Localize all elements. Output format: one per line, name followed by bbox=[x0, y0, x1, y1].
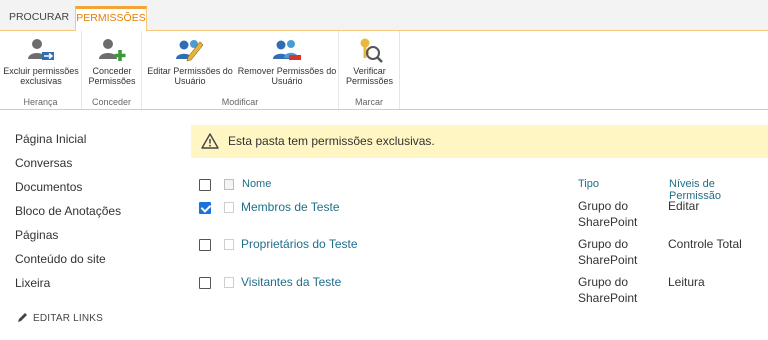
left-navigation: Página Inicial Conversas Documentos Bloc… bbox=[15, 129, 175, 297]
ribbon-group-conceder: Conceder Permissões Conceder bbox=[82, 31, 142, 109]
nav-item-documentos[interactable]: Documentos bbox=[15, 177, 175, 201]
item-icon bbox=[224, 277, 234, 288]
group-name-link[interactable]: Visitantes da Teste bbox=[241, 275, 341, 289]
table-row[interactable]: Visitantes da Teste Grupo do SharePoint … bbox=[191, 274, 768, 312]
nav-item-paginas[interactable]: Páginas bbox=[15, 225, 175, 249]
grant-permissions-button[interactable]: Conceder Permissões bbox=[84, 37, 140, 86]
group-name-link[interactable]: Membros de Teste bbox=[241, 200, 340, 214]
group-label-modificar: Modificar bbox=[221, 97, 259, 107]
ribbon-group-modificar: Editar Permissões do Usuário Remover Per… bbox=[142, 31, 339, 109]
delete-unique-permissions-label: Excluir permissões exclusivas bbox=[3, 66, 79, 86]
group-type: Grupo do SharePoint bbox=[578, 275, 638, 305]
check-permissions-icon bbox=[360, 38, 383, 63]
row-checkbox[interactable] bbox=[199, 277, 211, 289]
remove-user-permissions-button[interactable]: Remover Permissões do Usuário bbox=[237, 37, 337, 86]
edit-user-permissions-button[interactable]: Editar Permissões do Usuário bbox=[145, 37, 235, 86]
tab-permissoes[interactable]: PERMISSÕES bbox=[75, 6, 147, 32]
ribbon-tabstrip: PROCURAR PERMISSÕES bbox=[0, 0, 768, 32]
permission-level: Editar bbox=[668, 199, 700, 213]
permission-level: Leitura bbox=[668, 275, 705, 289]
group-label-marcar: Marcar bbox=[354, 97, 383, 107]
column-header-tipo[interactable]: Tipo bbox=[578, 178, 599, 190]
edit-permissions-icon bbox=[176, 40, 204, 62]
check-permissions-label: Verificar Permissões bbox=[345, 66, 393, 86]
ribbon-group-marcar: Verificar Permissões Marcar bbox=[339, 31, 400, 109]
group-label-heranca: Herança bbox=[23, 97, 58, 107]
select-all-checkbox[interactable] bbox=[199, 179, 211, 191]
edit-links-button[interactable]: EDITAR LINKS bbox=[17, 312, 103, 324]
grant-permissions-icon bbox=[99, 39, 126, 61]
remove-permissions-icon bbox=[273, 40, 301, 60]
table-row[interactable]: Membros de Teste Grupo do SharePoint Edi… bbox=[191, 198, 768, 236]
ribbon-group-heranca: Excluir permissões exclusivas Herança bbox=[0, 31, 82, 109]
remove-user-permissions-label: Remover Permissões do Usuário bbox=[237, 66, 337, 86]
group-type: Grupo do SharePoint bbox=[578, 237, 638, 267]
group-type: Grupo do SharePoint bbox=[578, 199, 638, 229]
tab-procurar[interactable]: PROCURAR bbox=[6, 6, 72, 31]
permission-level: Controle Total bbox=[668, 237, 742, 251]
check-permissions-button[interactable]: Verificar Permissões bbox=[342, 37, 397, 86]
notice-text: Esta pasta tem permissões exclusivas. bbox=[228, 134, 435, 148]
unique-permissions-notice: Esta pasta tem permissões exclusivas. bbox=[191, 125, 768, 158]
nav-item-conteudo-do-site[interactable]: Conteúdo do site bbox=[15, 249, 175, 273]
column-header-name[interactable]: Nome bbox=[242, 178, 271, 190]
edit-user-permissions-label: Editar Permissões do Usuário bbox=[147, 66, 233, 86]
delete-permissions-icon bbox=[28, 39, 54, 60]
nav-item-lixeira[interactable]: Lixeira bbox=[15, 273, 175, 297]
item-icon bbox=[224, 202, 234, 213]
group-label-conceder: Conceder bbox=[91, 97, 132, 107]
grant-permissions-label: Conceder Permissões bbox=[88, 66, 136, 86]
nav-item-conversas[interactable]: Conversas bbox=[15, 153, 175, 177]
table-header: Nome Tipo Níveis de Permissão bbox=[191, 172, 768, 202]
item-icon bbox=[224, 239, 234, 250]
delete-unique-permissions-button[interactable]: Excluir permissões exclusivas bbox=[2, 37, 80, 86]
row-checkbox[interactable] bbox=[199, 239, 211, 251]
table-row[interactable]: Proprietários do Teste Grupo do SharePoi… bbox=[191, 236, 768, 274]
pencil-icon bbox=[18, 313, 27, 322]
nav-item-pagina-inicial[interactable]: Página Inicial bbox=[15, 129, 175, 153]
group-name-link[interactable]: Proprietários do Teste bbox=[241, 237, 358, 251]
nav-item-bloco-de-anotacoes[interactable]: Bloco de Anotações bbox=[15, 201, 175, 225]
ribbon: Excluir permissões exclusivas Herança Co… bbox=[0, 31, 768, 110]
row-checkbox[interactable] bbox=[199, 202, 211, 214]
warning-icon bbox=[201, 133, 219, 149]
edit-links-label: EDITAR LINKS bbox=[33, 313, 104, 324]
item-type-header-icon bbox=[224, 179, 234, 190]
